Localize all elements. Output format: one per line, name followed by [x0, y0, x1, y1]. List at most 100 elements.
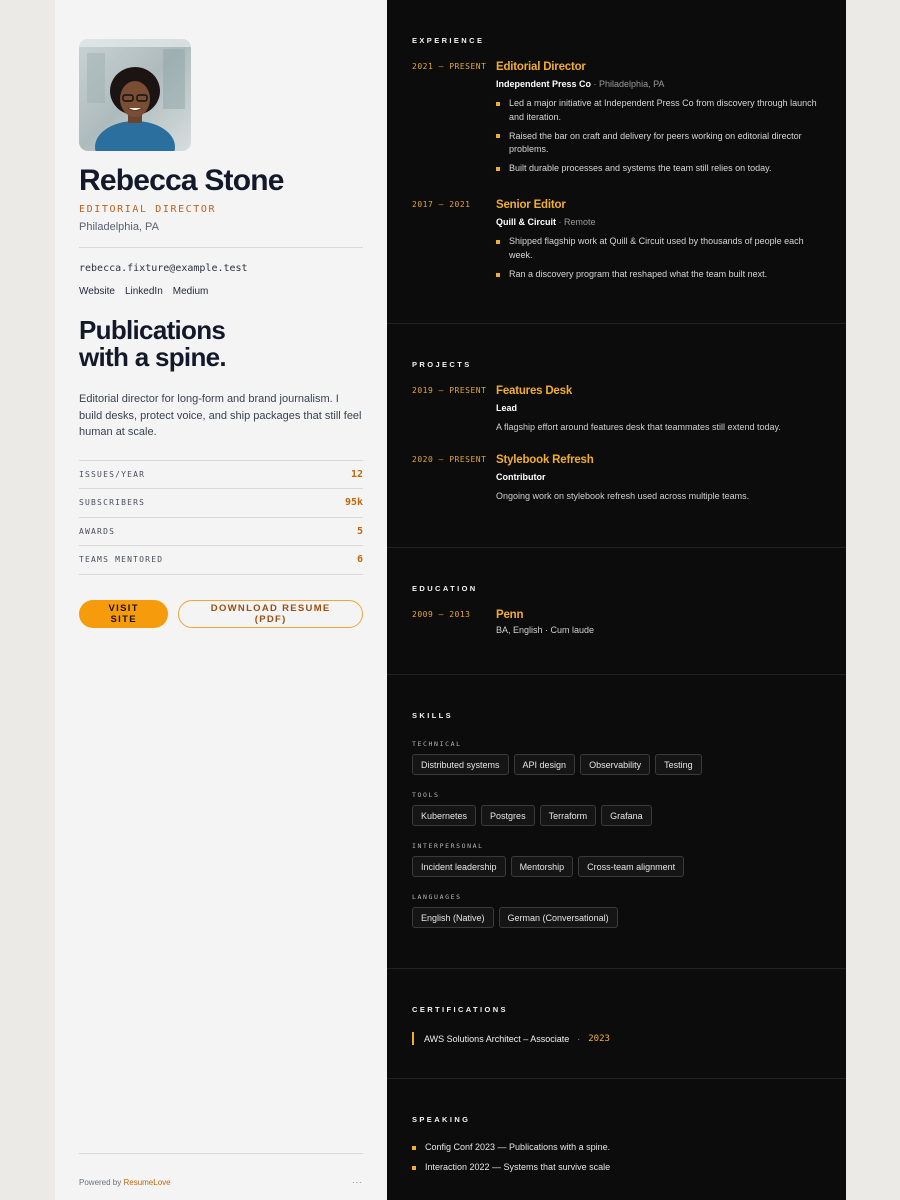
profile-role: EDITORIAL DIRECTOR: [79, 204, 217, 215]
bullet-item: Ran a discovery program that reshaped wh…: [496, 268, 821, 282]
social-links: Website LinkedIn Medium: [79, 286, 363, 297]
certification-name: AWS Solutions Architect – Associate: [424, 1033, 570, 1044]
entry-role: Contributor: [496, 472, 546, 482]
entry-org: Quill & Circuit · Remote: [496, 217, 821, 227]
skill-group-label: LANGUAGES: [412, 893, 462, 901]
stat-label: TEAMS MENTORED: [79, 555, 164, 565]
experience-entry: 2017 — 2021 Senior Editor Quill & Circui…: [412, 199, 821, 287]
talk-item: Interaction 2022 — Systems that survive …: [412, 1162, 821, 1172]
skill-chip: Testing: [655, 754, 702, 775]
skill-chip: Incident leadership: [412, 856, 506, 877]
org-name: Quill & Circuit: [496, 217, 557, 228]
profile-name: Rebecca Stone: [79, 164, 284, 197]
talk-list: Config Conf 2023 — Publications with a s…: [412, 1142, 821, 1172]
skill-group-label: TOOLS: [412, 791, 440, 799]
stat-row: SUBSCRIBERS 95k: [79, 489, 363, 518]
link-medium[interactable]: Medium: [173, 286, 209, 297]
skill-chip: Cross-team alignment: [578, 856, 685, 877]
profile-location: Philadelphia, PA: [79, 221, 159, 233]
school-name: Penn: [496, 609, 524, 621]
stat-label: ISSUES/YEAR: [79, 469, 146, 479]
stat-row: AWARDS 5: [79, 518, 363, 546]
entry-title: Editorial Director: [496, 61, 586, 73]
sidebar-footer: Powered by ResumeLove ···: [79, 1153, 363, 1187]
bullet-item: Shipped flagship work at Quill & Circuit…: [496, 235, 821, 262]
more-menu-icon[interactable]: ···: [352, 1178, 363, 1187]
entry-dates: 2020 — PRESENT: [412, 455, 487, 464]
entry-dates: 2021 — PRESENT: [412, 62, 487, 71]
headline-line-2: with a spine.: [79, 342, 227, 372]
experience-section: EXPERIENCE 2021 — PRESENT Editorial Dire…: [387, 0, 846, 324]
bullet-item: Led a major initiative at Independent Pr…: [496, 97, 821, 124]
section-title: PROJECTS: [412, 360, 472, 369]
skill-group-label: INTERPERSONAL: [412, 842, 484, 850]
divider: [79, 247, 363, 248]
bio: Editorial director for long-form and bra…: [79, 393, 362, 438]
skill-chip: API design: [513, 754, 576, 775]
download-resume-button[interactable]: DOWNLOAD RESUME (PDF): [178, 599, 363, 628]
entry-description: A flagship effort around features desk t…: [496, 422, 781, 432]
certifications-section: CERTIFICATIONS AWS Solutions Architect –…: [387, 969, 846, 1079]
skill-chip: Grafana: [601, 805, 652, 826]
talk-item: Config Conf 2023 — Publications with a s…: [412, 1142, 821, 1152]
entry-dates: 2017 — 2021: [412, 200, 471, 210]
link-website[interactable]: Website: [79, 286, 115, 297]
resume-page: Rebecca Stone EDITORIAL DIRECTOR Philade…: [55, 0, 846, 1200]
degree: BA, English · Cum laude: [496, 625, 595, 635]
org-name: Independent Press Co: [496, 79, 592, 89]
skill-chips: Incident leadership Mentorship Cross-tea…: [412, 856, 821, 877]
speaking-section: SPEAKING Config Conf 2023 — Publications…: [387, 1079, 846, 1200]
skill-chips: Kubernetes Postgres Terraform Grafana: [412, 805, 821, 826]
visit-site-button[interactable]: VISIT SITE: [79, 599, 169, 628]
project-entry: 2020 — PRESENT Stylebook Refresh Contrib…: [412, 454, 821, 501]
skill-group: LANGUAGES English (Native) German (Conve…: [412, 893, 821, 928]
entry-bullets: Shipped flagship work at Quill & Circuit…: [496, 235, 821, 281]
org-location: · Remote: [556, 217, 596, 228]
headline: Publications with a spine.: [79, 317, 363, 371]
link-linkedin[interactable]: LinkedIn: [125, 286, 163, 297]
stat-value: 6: [356, 554, 363, 566]
entry-org: Independent Press Co · Philadelphia, PA: [496, 79, 821, 89]
skill-chip: Observability: [580, 754, 651, 775]
cta-group: VISIT SITE DOWNLOAD RESUME (PDF): [79, 599, 363, 628]
skill-chip: English (Native): [412, 907, 494, 928]
avatar: [79, 39, 191, 151]
skill-chip: Kubernetes: [412, 805, 477, 826]
section-title: EXPERIENCE: [412, 36, 485, 45]
skill-chip: German (Conversational): [498, 907, 618, 928]
skill-group: TECHNICAL Distributed systems API design…: [412, 740, 821, 775]
stat-value: 95k: [344, 497, 363, 509]
stats-list: ISSUES/YEAR 12 SUBSCRIBERS 95k AWARDS 5 …: [79, 459, 363, 575]
entry-title: Features Desk: [496, 385, 573, 397]
email-link[interactable]: rebecca.fixture@example.test: [79, 263, 363, 274]
skill-chip: Terraform: [539, 805, 597, 826]
stat-value: 5: [356, 525, 363, 537]
education-entry: 2009 — 2013 Penn BA, English · Cum laude: [412, 609, 821, 635]
separator: ·: [577, 1033, 581, 1044]
headline-line-1: Publications: [79, 315, 226, 345]
skill-group-label: TECHNICAL: [412, 740, 462, 748]
resumelove-link[interactable]: ResumeLove: [123, 1178, 170, 1187]
section-title: EDUCATION: [412, 584, 478, 593]
bullet-item: Built durable processes and systems the …: [496, 162, 821, 176]
entry-bullets: Led a major initiative at Independent Pr…: [496, 97, 821, 176]
section-title: SPEAKING: [412, 1115, 471, 1124]
certification-item: AWS Solutions Architect – Associate · 20…: [412, 1032, 821, 1045]
skill-group: INTERPERSONAL Incident leadership Mentor…: [412, 842, 821, 877]
skill-group: TOOLS Kubernetes Postgres Terraform Graf…: [412, 791, 821, 826]
entry-description: Ongoing work on stylebook refresh used a…: [496, 491, 750, 501]
entry-dates: 2019 — PRESENT: [412, 386, 487, 395]
certification-year: 2023: [588, 1033, 610, 1044]
powered-by-label: Powered by: [79, 1178, 124, 1187]
org-location: · Philadelphia, PA: [591, 79, 665, 89]
stat-row: TEAMS MENTORED 6: [79, 546, 363, 575]
section-title: CERTIFICATIONS: [412, 1005, 508, 1014]
skill-chips: Distributed systems API design Observabi…: [412, 754, 821, 775]
skill-chip: Mentorship: [510, 856, 574, 877]
profile-sidebar: Rebecca Stone EDITORIAL DIRECTOR Philade…: [55, 0, 387, 1200]
stat-label: AWARDS: [79, 526, 116, 536]
resume-content: EXPERIENCE 2021 — PRESENT Editorial Dire…: [387, 0, 846, 1200]
stat-value: 12: [350, 468, 363, 480]
project-entry: 2019 — PRESENT Features Desk Lead A flag…: [412, 385, 821, 432]
entry-title: Stylebook Refresh: [496, 454, 594, 466]
